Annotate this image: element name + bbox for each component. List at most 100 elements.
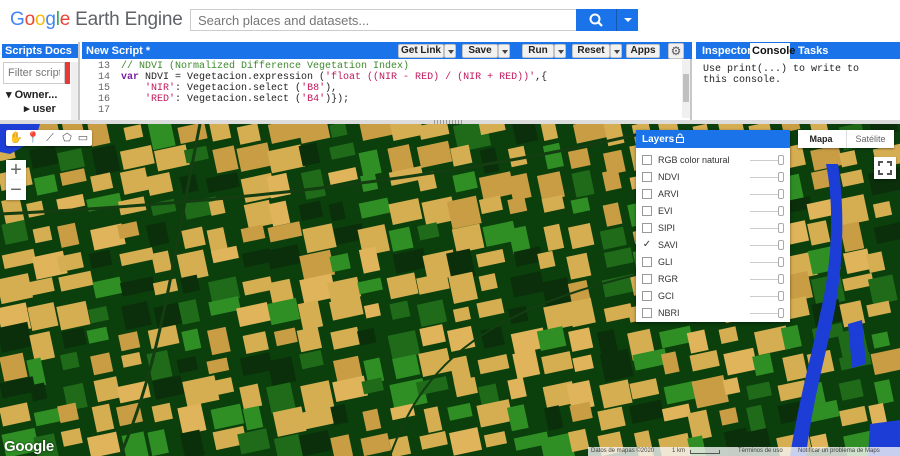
layer-checkbox[interactable]: [642, 291, 652, 301]
tab-tasks[interactable]: Tasks: [798, 45, 828, 57]
opacity-slider-handle[interactable]: [778, 257, 784, 267]
code-line[interactable]: 17: [82, 105, 682, 116]
code-area[interactable]: 13 // NDVI (Normalized Difference Vegetat…: [82, 60, 682, 116]
script-title: New Script *: [86, 45, 151, 57]
code-line[interactable]: 14 var NDVI = Vegetacion.expression ('flo…: [82, 72, 682, 83]
reset-dropdown[interactable]: [610, 44, 622, 58]
opacity-slider[interactable]: [750, 211, 780, 212]
layer-checkbox[interactable]: [642, 223, 652, 233]
opacity-slider-handle[interactable]: [778, 155, 784, 165]
get-link-dropdown[interactable]: [444, 44, 456, 58]
get-link-button[interactable]: Get Link: [398, 44, 444, 58]
settings-button[interactable]: ⚙: [668, 43, 684, 59]
report-problem-link[interactable]: Notificar un problema de Maps: [798, 448, 880, 454]
rectangle-icon[interactable]: ▭: [76, 131, 90, 145]
code-line[interactable]: 16 'RED': Vegetacion.select ('B4')});: [82, 94, 682, 105]
lock-icon[interactable]: [675, 133, 685, 143]
layer-name: EVI: [658, 206, 673, 216]
point-marker-icon[interactable]: 📍: [26, 131, 40, 145]
tab-console[interactable]: Console: [752, 45, 795, 57]
save-dropdown[interactable]: [498, 44, 510, 58]
layer-checkbox[interactable]: [642, 274, 652, 284]
opacity-slider[interactable]: [750, 313, 780, 314]
layer-name: SAVI: [658, 240, 678, 250]
layers-panel: Layers RGB color natural NDVI ARVI EVI SIPI ✓…: [636, 130, 790, 322]
earth-engine-logo[interactable]: Google Earth Engine: [10, 9, 183, 31]
layer-name: GCI: [658, 291, 675, 301]
search-button[interactable]: [576, 9, 616, 31]
console-output: Use print(...) to write to this console.: [703, 64, 860, 86]
opacity-slider-handle[interactable]: [778, 172, 784, 182]
opacity-slider[interactable]: [750, 262, 780, 263]
code-line[interactable]: 13 // NDVI (Normalized Difference Vegetat…: [82, 61, 682, 72]
layer-checkbox[interactable]: [642, 172, 652, 182]
field-parcel: [388, 226, 414, 252]
search-options-button[interactable]: [616, 9, 638, 31]
layer-row: RGB color natural: [636, 152, 790, 169]
line-icon[interactable]: ⟋: [43, 131, 57, 145]
opacity-slider[interactable]: [750, 245, 780, 246]
opacity-slider[interactable]: [750, 279, 780, 280]
line-number: 16: [97, 94, 110, 105]
layer-checkbox[interactable]: [642, 257, 652, 267]
layers-header[interactable]: Layers: [636, 130, 790, 148]
search-input[interactable]: [190, 9, 576, 31]
filter-scripts-input[interactable]: [3, 62, 65, 84]
hand-icon[interactable]: ✋: [9, 131, 23, 145]
filter-indicator: [65, 62, 70, 84]
opacity-slider[interactable]: [750, 228, 780, 229]
owner-folder[interactable]: ▾ Owner...: [6, 88, 57, 101]
scripts-scrollbar[interactable]: [71, 62, 78, 120]
layer-name: NBRI: [658, 308, 680, 318]
opacity-slider-handle[interactable]: [778, 240, 784, 250]
map-type-map-button[interactable]: Mapa: [798, 130, 844, 148]
run-dropdown[interactable]: [554, 44, 566, 58]
zoom-out-button[interactable]: −: [6, 180, 26, 200]
field-parcel: [599, 348, 634, 382]
layer-checkbox[interactable]: ✓: [642, 240, 652, 250]
earth-engine-app: GoogleEarth Engine Scripts Docs ▾ Owner.…: [0, 0, 900, 456]
opacity-slider-handle[interactable]: [778, 274, 784, 284]
code-token: // NDVI (Normalized Difference Vegetatio…: [121, 61, 410, 72]
opacity-slider-handle[interactable]: [778, 291, 784, 301]
code-token: NDVI = Vegetacion.expression (: [139, 72, 326, 83]
code-text: 'RED': Vegetacion.select ('B4')});: [121, 94, 349, 105]
layer-row: EVI: [636, 203, 790, 220]
apps-button[interactable]: Apps: [626, 44, 660, 58]
code-line[interactable]: 15 'NIR': Vegetacion.select ('B8'),: [82, 83, 682, 94]
map-type-satellite-button[interactable]: Satélite: [846, 130, 894, 148]
opacity-slider-handle[interactable]: [778, 308, 784, 318]
save-button[interactable]: Save: [462, 44, 498, 58]
opacity-slider-handle[interactable]: [778, 189, 784, 199]
code-token: 'B4': [301, 94, 326, 105]
run-button[interactable]: Run: [522, 44, 554, 58]
polygon-icon[interactable]: ⬠: [60, 131, 74, 145]
opacity-slider-handle[interactable]: [778, 206, 784, 216]
layer-name: GLI: [658, 257, 673, 267]
layer-checkbox[interactable]: [642, 155, 652, 165]
drawing-tools: ✋ 📍 ⟋ ⬠ ▭: [6, 130, 92, 146]
opacity-slider[interactable]: [750, 160, 780, 161]
code-token: : Vegetacion.select (: [175, 94, 302, 105]
layer-checkbox[interactable]: [642, 189, 652, 199]
map-type-control: Mapa Satélite: [798, 130, 894, 148]
layer-checkbox[interactable]: [642, 308, 652, 318]
fullscreen-button[interactable]: [874, 157, 896, 179]
field-parcel: [90, 352, 114, 376]
tab-scripts[interactable]: Scripts: [2, 44, 46, 58]
tab-inspector[interactable]: Inspector: [702, 45, 752, 57]
scale-label: 1 km: [672, 448, 686, 454]
layer-checkbox[interactable]: [642, 206, 652, 216]
opacity-slider[interactable]: [750, 296, 780, 297]
user-folder[interactable]: ▸ user: [24, 102, 56, 115]
terms-link[interactable]: Términos de uso: [738, 448, 783, 454]
opacity-slider-handle[interactable]: [778, 223, 784, 233]
zoom-in-button[interactable]: +: [6, 160, 26, 180]
editor-scrollbar[interactable]: [682, 60, 690, 118]
opacity-slider[interactable]: [750, 194, 780, 195]
opacity-slider[interactable]: [750, 177, 780, 178]
reset-button[interactable]: Reset: [572, 44, 610, 58]
top-bar: Google Earth Engine: [0, 0, 900, 40]
field-parcel: [208, 199, 226, 216]
tab-docs[interactable]: Docs: [42, 44, 78, 58]
